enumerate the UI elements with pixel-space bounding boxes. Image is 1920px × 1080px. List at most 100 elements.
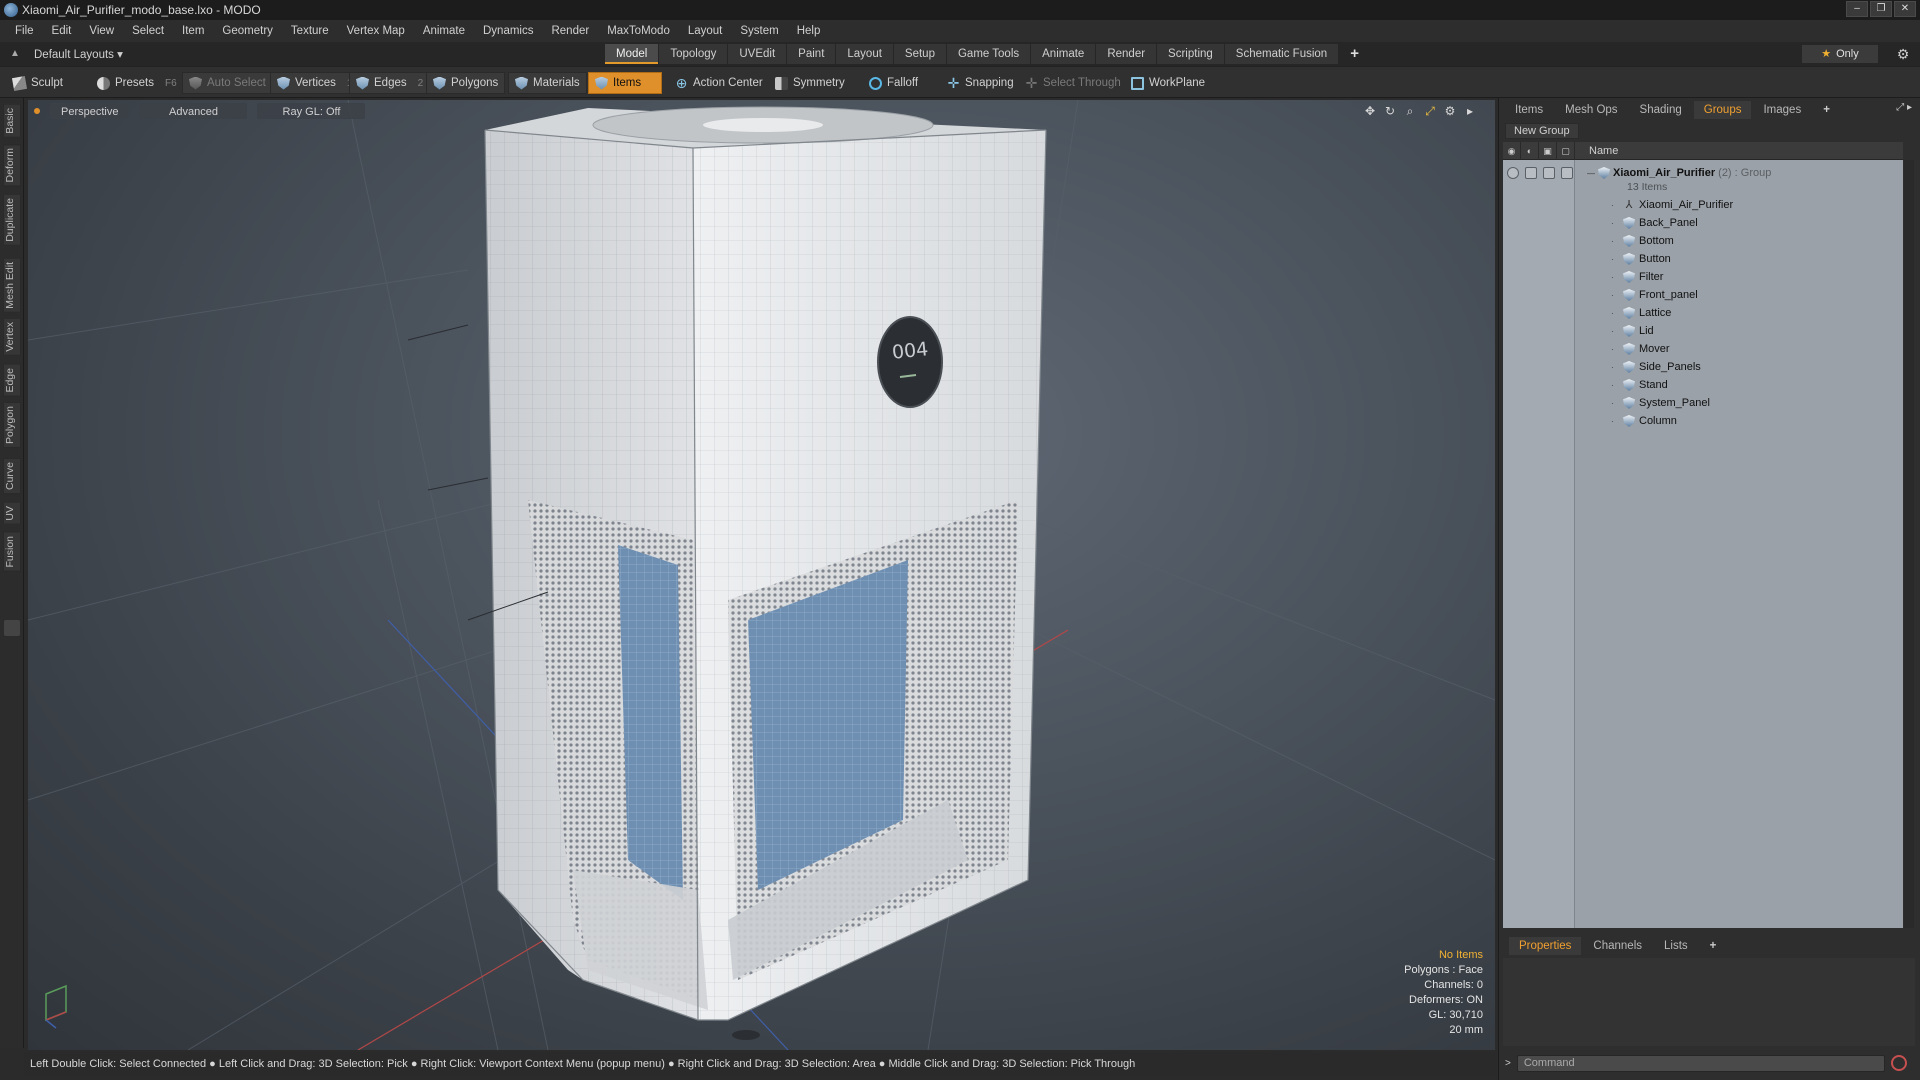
menu-vertex-map[interactable]: Vertex Map	[338, 20, 414, 42]
list-item[interactable]: · Button	[1503, 250, 1903, 268]
close-button[interactable]: ✕	[1894, 1, 1916, 17]
select-through-button[interactable]: ✛ Select Through	[1018, 72, 1128, 94]
pan-icon[interactable]: ✥	[1363, 104, 1377, 118]
tab-lists[interactable]: Lists	[1654, 937, 1698, 955]
tab-schematic-fusion[interactable]: Schematic Fusion	[1224, 44, 1339, 64]
materials-button[interactable]: Materials	[508, 72, 587, 94]
menu-layout[interactable]: Layout	[679, 20, 732, 42]
menu-texture[interactable]: Texture	[282, 20, 338, 42]
list-item[interactable]: · ⅄ Xiaomi_Air_Purifier	[1503, 196, 1903, 214]
tab-render[interactable]: Render	[1096, 44, 1157, 64]
sculpt-button[interactable]: Sculpt	[6, 72, 70, 94]
list-item[interactable]: · Side_Panels	[1503, 358, 1903, 376]
menu-geometry[interactable]: Geometry	[213, 20, 282, 42]
list-item[interactable]: · Lid	[1503, 322, 1903, 340]
vtab-fusion[interactable]: Fusion	[3, 532, 21, 572]
viewport-arrow-icon[interactable]: ▸	[1463, 104, 1477, 118]
view-type-dropdown[interactable]: Perspective	[50, 103, 130, 119]
vtab-edge[interactable]: Edge	[3, 364, 21, 397]
zoom-icon[interactable]: ⌕	[1403, 104, 1417, 118]
only-toggle[interactable]: ★ Only	[1802, 45, 1878, 63]
vtab-deform[interactable]: Deform	[3, 144, 21, 187]
action-center-button[interactable]: ⊕ Action Center	[668, 72, 770, 94]
vtab-curve[interactable]: Curve	[3, 458, 21, 495]
tab-properties[interactable]: Properties	[1509, 937, 1582, 955]
snapping-button[interactable]: ✛ Snapping	[940, 72, 1021, 94]
vtab-duplicate[interactable]: Duplicate	[3, 194, 21, 246]
viewport-gear-icon[interactable]: ⚙	[1443, 104, 1457, 118]
add-properties-tab-button[interactable]: +	[1700, 937, 1727, 955]
render-column-icon[interactable]: ◐	[1521, 141, 1539, 160]
strip-toggle-button[interactable]	[4, 620, 20, 636]
list-item[interactable]: · Mover	[1503, 340, 1903, 358]
tab-shading[interactable]: Shading	[1630, 101, 1692, 119]
list-item[interactable]: · Lattice	[1503, 304, 1903, 322]
vtab-basic[interactable]: Basic	[3, 104, 21, 138]
tab-setup[interactable]: Setup	[893, 44, 946, 64]
name-column-header[interactable]: Name	[1575, 145, 1618, 157]
items-button[interactable]: Items	[588, 72, 662, 94]
groups-scrollbar[interactable]	[1904, 160, 1914, 928]
tab-images[interactable]: Images	[1753, 101, 1811, 119]
expand-panel-icon[interactable]: ⤢ ▸	[1896, 102, 1912, 113]
layout-dropdown[interactable]: Default Layouts ▾	[34, 47, 123, 61]
vtab-uv[interactable]: UV	[3, 502, 21, 525]
list-item[interactable]: · Bottom	[1503, 232, 1903, 250]
raygl-toggle[interactable]: Ray GL: Off	[257, 103, 366, 119]
new-group-button[interactable]: New Group	[1505, 123, 1579, 139]
visibility-column-icon[interactable]: ◉	[1503, 141, 1521, 160]
tab-paint[interactable]: Paint	[787, 44, 836, 64]
list-item[interactable]: · System_Panel	[1503, 394, 1903, 412]
collapse-group-icon[interactable]: —	[1587, 169, 1595, 178]
collapse-arrow-icon[interactable]: ▲	[10, 49, 20, 59]
tab-channels[interactable]: Channels	[1583, 937, 1652, 955]
menu-view[interactable]: View	[80, 20, 123, 42]
fit-icon[interactable]: ⤢	[1423, 104, 1437, 118]
tab-animate[interactable]: Animate	[1031, 44, 1096, 64]
list-item[interactable]: · Back_Panel	[1503, 214, 1903, 232]
tab-items[interactable]: Items	[1505, 101, 1553, 119]
vtab-vertex[interactable]: Vertex	[3, 318, 21, 356]
polygons-button[interactable]: Polygons	[426, 72, 506, 94]
presets-button[interactable]: Presets F6	[90, 72, 184, 94]
tab-uvedit[interactable]: UVEdit	[728, 44, 787, 64]
lock-column-icon[interactable]: ▣	[1539, 141, 1557, 160]
stop-icon[interactable]	[1890, 1055, 1907, 1071]
gear-icon[interactable]: ⚙	[1894, 45, 1912, 63]
rotate-icon[interactable]: ↻	[1383, 104, 1397, 118]
menu-animate[interactable]: Animate	[414, 20, 474, 42]
tab-scripting[interactable]: Scripting	[1157, 44, 1224, 64]
list-item[interactable]: · Front_panel	[1503, 286, 1903, 304]
tab-mesh-ops[interactable]: Mesh Ops	[1555, 101, 1627, 119]
menu-system[interactable]: System	[731, 20, 787, 42]
command-input[interactable]	[1516, 1054, 1885, 1072]
list-item[interactable]: · Filter	[1503, 268, 1903, 286]
select-column-icon[interactable]: ▢	[1557, 141, 1575, 160]
list-item[interactable]: · Stand	[1503, 376, 1903, 394]
shading-dropdown[interactable]: Advanced	[139, 103, 248, 119]
edges-button[interactable]: Edges 2	[349, 72, 431, 94]
menu-maxtomodo[interactable]: MaxToModo	[598, 20, 679, 42]
add-panel-tab-button[interactable]: +	[1813, 101, 1840, 119]
symmetry-button[interactable]: Symmetry	[768, 72, 852, 94]
command-history-icon[interactable]: >	[1505, 1058, 1511, 1069]
auto-select-button[interactable]: Auto Select	[182, 72, 273, 94]
workplane-button[interactable]: WorkPlane	[1124, 72, 1212, 94]
menu-dynamics[interactable]: Dynamics	[474, 20, 542, 42]
tab-layout[interactable]: Layout	[836, 44, 893, 64]
add-tab-button[interactable]: +	[1339, 44, 1370, 64]
tab-groups[interactable]: Groups	[1693, 101, 1752, 119]
list-item[interactable]: · Column	[1503, 412, 1903, 430]
maximize-button[interactable]: ❐	[1870, 1, 1892, 17]
menu-help[interactable]: Help	[788, 20, 830, 42]
vtab-polygon[interactable]: Polygon	[3, 402, 21, 448]
tab-game-tools[interactable]: Game Tools	[946, 44, 1031, 64]
viewport-menu-dot[interactable]	[34, 108, 40, 114]
falloff-button[interactable]: Falloff	[862, 72, 925, 94]
tab-model[interactable]: Model	[605, 44, 659, 64]
menu-select[interactable]: Select	[123, 20, 173, 42]
3d-viewport[interactable]: 004 Perspective Advanced Ray GL: Off ✥ ↻…	[28, 100, 1495, 1050]
menu-edit[interactable]: Edit	[43, 20, 81, 42]
menu-item[interactable]: Item	[173, 20, 213, 42]
menu-file[interactable]: File	[6, 20, 43, 42]
